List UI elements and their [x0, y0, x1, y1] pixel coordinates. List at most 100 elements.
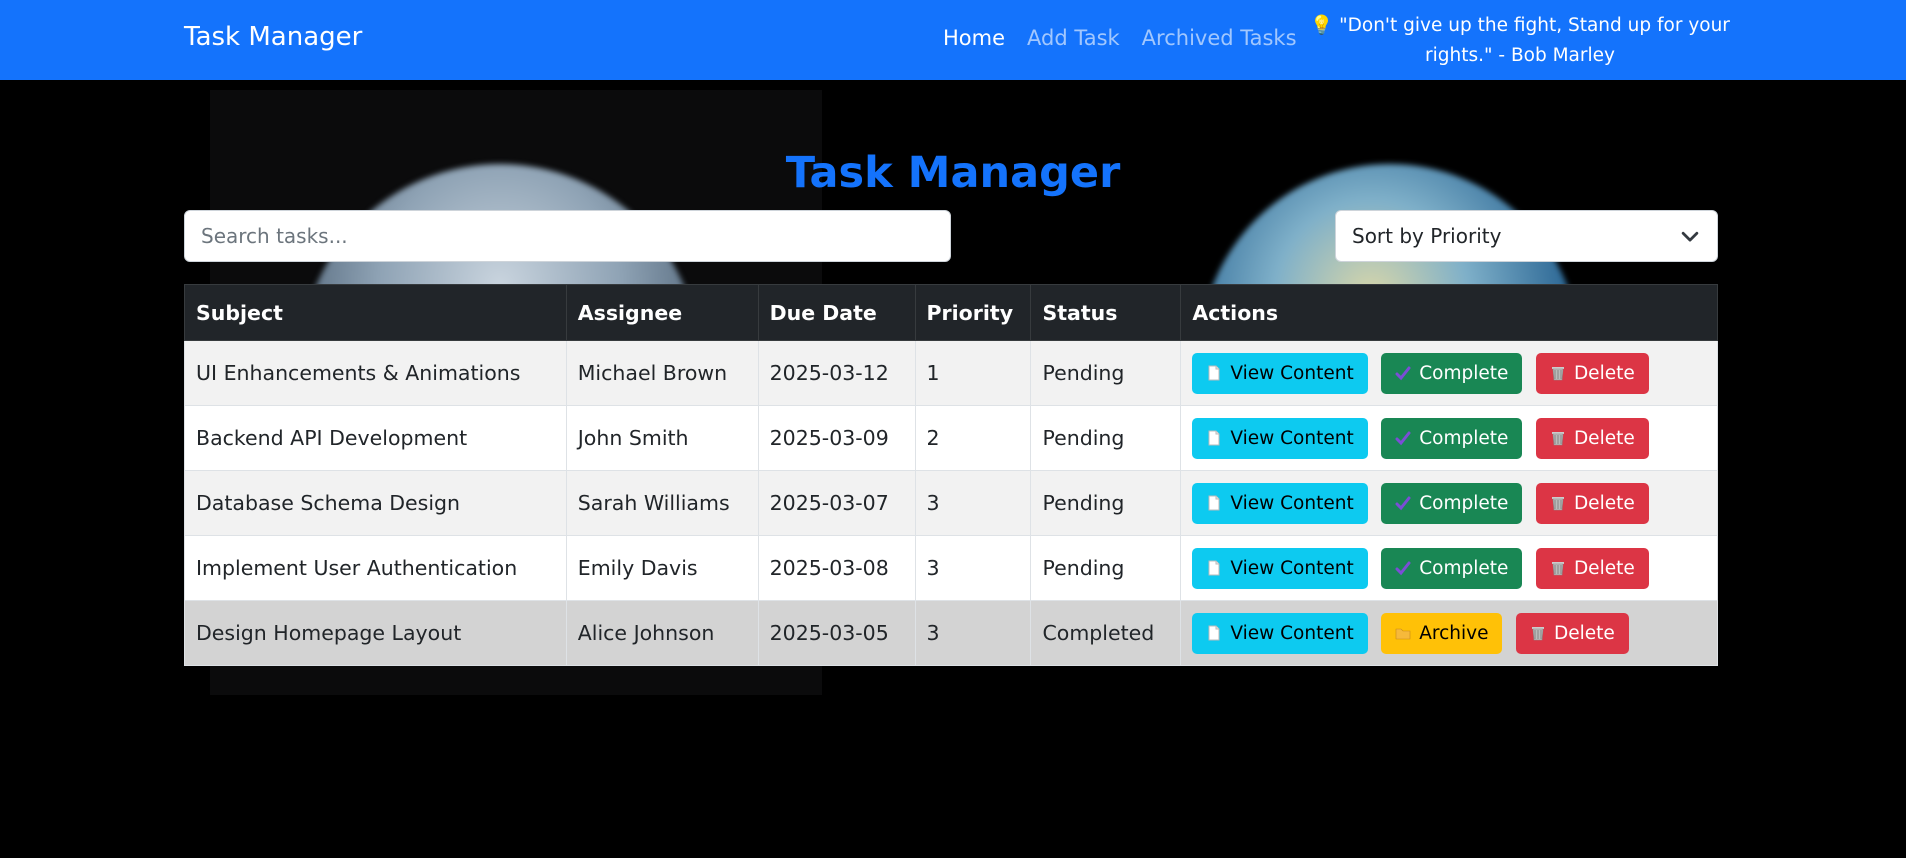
complete-label: Complete — [1419, 362, 1509, 384]
delete-label: Delete — [1554, 622, 1615, 644]
view-content-button[interactable]: View Content — [1192, 352, 1368, 394]
delete-label: Delete — [1573, 557, 1635, 579]
complete-button[interactable]: Complete — [1381, 547, 1523, 589]
cell-priority: 3 — [914, 535, 1032, 601]
nav-add-task[interactable]: Add Task — [1027, 26, 1120, 50]
document-icon — [1208, 625, 1220, 641]
view-content-label: View Content — [1230, 427, 1354, 449]
view-content-button[interactable]: View Content — [1192, 547, 1368, 589]
cell-subject: Database Schema Design — [184, 470, 567, 536]
trash-icon — [1551, 432, 1564, 446]
cell-actions: View Content Complete Delete — [1180, 405, 1718, 471]
search-input[interactable] — [184, 210, 951, 262]
cell-priority: 3 — [914, 600, 1032, 666]
cell-priority: 1 — [914, 340, 1032, 406]
complete-label: Complete — [1419, 492, 1509, 514]
cell-assignee: Michael Brown — [565, 340, 759, 406]
quote-text: "Don't give up the fight, Stand up for y… — [1339, 15, 1730, 66]
table-row: Backend API Development John Smith 2025-… — [184, 405, 1718, 471]
trash-icon — [1532, 627, 1544, 641]
table-row: Database Schema Design Sarah Williams 20… — [184, 470, 1718, 536]
nav-archived-tasks[interactable]: Archived Tasks — [1142, 26, 1297, 50]
view-content-label: View Content — [1230, 492, 1354, 514]
column-header-due-date[interactable]: Due Date — [757, 284, 916, 341]
cell-actions: View Content Complete Delete — [1180, 340, 1718, 406]
table-row: Implement User Authentication Emily Davi… — [184, 535, 1718, 601]
view-content-label: View Content — [1230, 362, 1354, 384]
complete-label: Complete — [1419, 557, 1509, 579]
cell-status: Pending — [1030, 535, 1182, 601]
cell-actions: View Content Complete Delete — [1180, 535, 1718, 601]
document-icon — [1208, 430, 1220, 446]
cell-assignee: John Smith — [565, 405, 759, 471]
check-icon — [1395, 496, 1411, 511]
table-row: UI Enhancements & Animations Michael Bro… — [184, 340, 1718, 406]
cell-subject: Design Homepage Layout — [184, 600, 567, 666]
cell-status: Completed — [1030, 600, 1182, 666]
cell-due-date: 2025-03-05 — [757, 600, 916, 666]
cell-actions: View Content Complete Delete — [1180, 470, 1718, 536]
view-content-button[interactable]: View Content — [1192, 417, 1368, 459]
archive-button[interactable]: Archive — [1381, 612, 1503, 654]
cell-assignee: Sarah Williams — [565, 470, 759, 536]
cell-due-date: 2025-03-09 — [757, 405, 916, 471]
cell-priority: 2 — [914, 405, 1032, 471]
delete-label: Delete — [1573, 492, 1635, 514]
column-header-actions: Actions — [1180, 284, 1718, 341]
complete-label: Complete — [1419, 427, 1509, 449]
column-header-assignee[interactable]: Assignee — [565, 284, 759, 341]
nav-home[interactable]: Home — [943, 26, 1005, 50]
complete-button[interactable]: Complete — [1381, 352, 1523, 394]
view-content-button[interactable]: View Content — [1192, 482, 1368, 524]
cell-due-date: 2025-03-12 — [757, 340, 916, 406]
delete-button[interactable]: Delete — [1535, 482, 1649, 524]
navbar: Task Manager Home Add Task Archived Task… — [0, 0, 1906, 80]
cell-assignee: Emily Davis — [565, 535, 759, 601]
trash-icon — [1551, 367, 1564, 381]
complete-button[interactable]: Complete — [1381, 482, 1523, 524]
complete-button[interactable]: Complete — [1381, 417, 1523, 459]
view-content-label: View Content — [1230, 622, 1354, 644]
cell-actions: View Content Archive Delete — [1180, 600, 1718, 666]
page-title: Task Manager — [785, 148, 1121, 198]
archive-label: Archive — [1419, 622, 1489, 644]
delete-button[interactable]: Delete — [1535, 352, 1649, 394]
cell-status: Pending — [1030, 340, 1182, 406]
document-icon — [1208, 495, 1220, 511]
quote: 💡 "Don't give up the fight, Stand up for … — [1310, 11, 1730, 71]
trash-icon — [1551, 562, 1564, 576]
trash-icon — [1551, 497, 1564, 511]
cell-assignee: Alice Johnson — [565, 600, 759, 666]
table-row: Design Homepage Layout Alice Johnson 202… — [184, 600, 1718, 666]
column-header-priority[interactable]: Priority — [914, 284, 1032, 341]
column-header-status[interactable]: Status — [1030, 284, 1182, 341]
delete-label: Delete — [1573, 427, 1635, 449]
brand-link[interactable]: Task Manager — [184, 22, 362, 52]
delete-button[interactable]: Delete — [1516, 612, 1629, 654]
cell-subject: Backend API Development — [184, 405, 567, 471]
cell-due-date: 2025-03-07 — [757, 470, 916, 536]
sort-select[interactable]: Sort by Priority — [1335, 210, 1718, 262]
delete-label: Delete — [1573, 362, 1635, 384]
delete-button[interactable]: Delete — [1535, 417, 1649, 459]
document-icon — [1208, 560, 1220, 576]
cell-status: Pending — [1030, 405, 1182, 471]
chevron-down-icon — [1681, 231, 1699, 242]
cell-status: Pending — [1030, 470, 1182, 536]
check-icon — [1395, 561, 1411, 576]
cell-subject: Implement User Authentication — [184, 535, 567, 601]
tasks-table: Subject Assignee Due Date Priority Statu… — [184, 284, 1718, 666]
column-header-subject[interactable]: Subject — [184, 284, 567, 341]
check-icon — [1395, 431, 1411, 446]
delete-button[interactable]: Delete — [1535, 547, 1649, 589]
check-icon — [1395, 366, 1411, 381]
document-icon — [1208, 365, 1220, 381]
sort-select-value: Sort by Priority — [1352, 224, 1502, 248]
cell-due-date: 2025-03-08 — [757, 535, 916, 601]
view-content-label: View Content — [1230, 557, 1354, 579]
lightbulb-icon: 💡 — [1310, 15, 1334, 36]
cell-priority: 3 — [914, 470, 1032, 536]
nav-links: Home Add Task Archived Tasks — [943, 26, 1297, 50]
folder-icon — [1395, 628, 1411, 640]
view-content-button[interactable]: View Content — [1192, 612, 1368, 654]
